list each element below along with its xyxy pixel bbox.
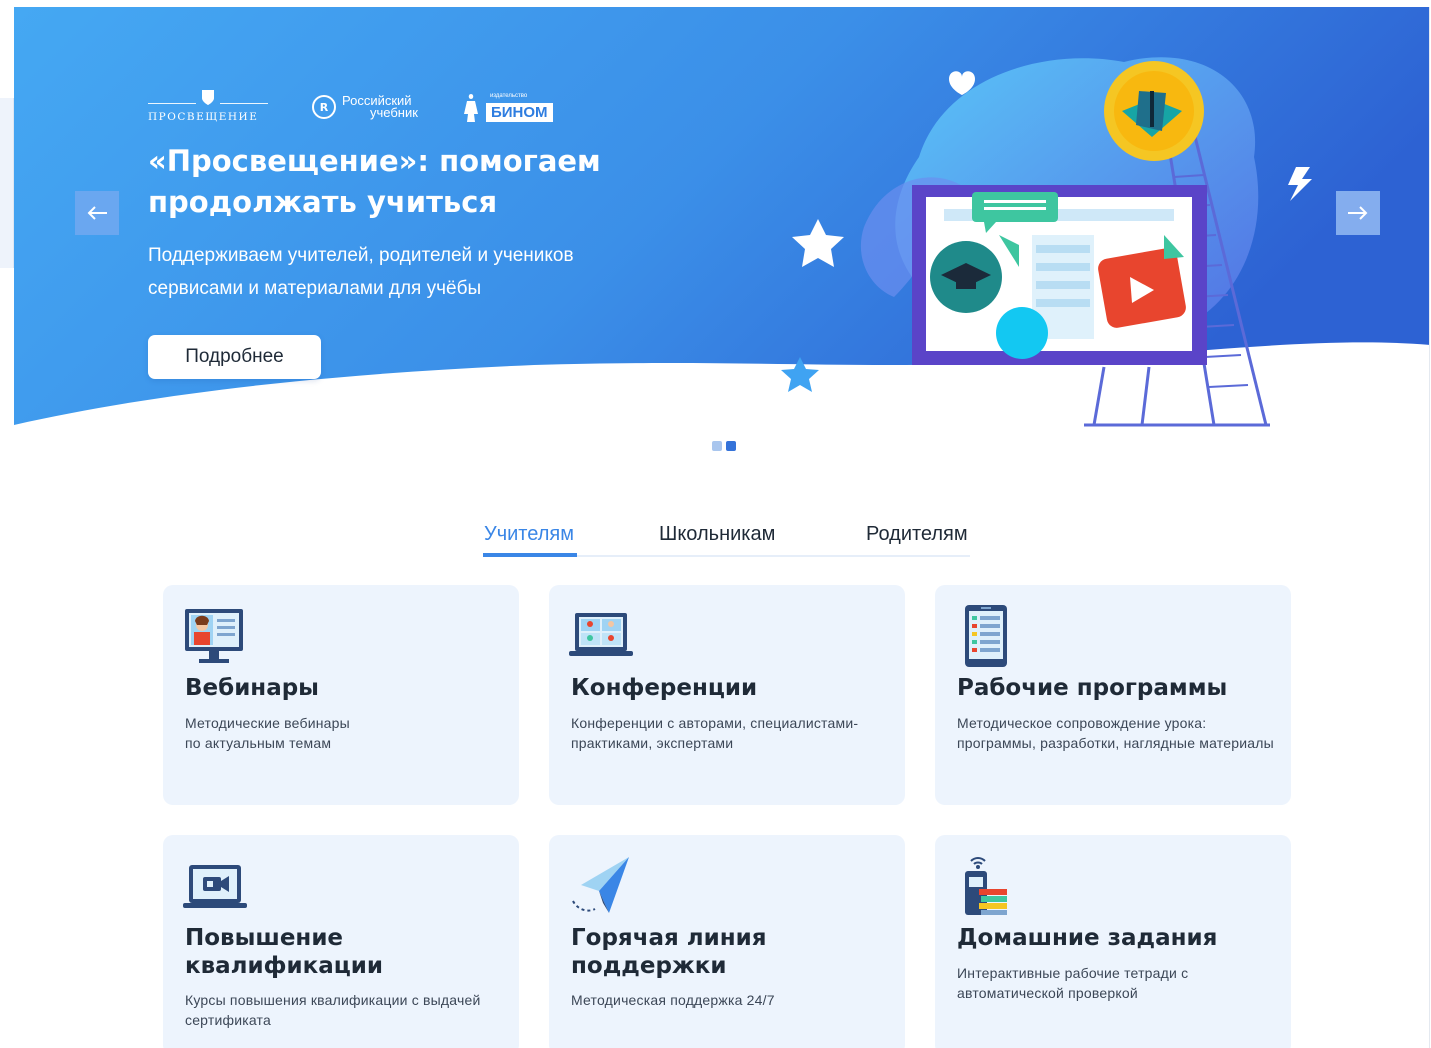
tab-students[interactable]: Школьникам (659, 523, 775, 546)
video-course-laptop-icon (183, 865, 247, 908)
card-homework[interactable]: Домашние задания Интерактивные рабочие т… (935, 835, 1291, 1048)
figure-icon (463, 94, 478, 122)
arrow-left-icon (87, 206, 107, 220)
card-description: Методические вебинары по актуальным тема… (185, 715, 350, 751)
active-tab-indicator (483, 553, 577, 557)
ru-emblem-icon: R (312, 95, 336, 119)
left-scroll-edge (0, 98, 14, 268)
card-description: Конференции с авторами, специалистами-пр… (571, 715, 859, 751)
slider-dot-active[interactable] (726, 441, 736, 451)
prosveshchenie-logo[interactable]: ПРОСВЕЩЕНИЕ (148, 89, 268, 125)
hero-subtitle: Поддерживаем учителей, родителей и учени… (148, 245, 574, 299)
hero-banner: ПРОСВЕЩЕНИЕ R Российский учебник издател… (14, 7, 1429, 437)
card-webinars[interactable]: Вебинары Методические вебинары по актуал… (163, 585, 519, 805)
audience-tabs: Учителям Школьникам Родителям (483, 523, 970, 557)
binom-small-text: издательство (489, 93, 528, 99)
slider-dot[interactable] (712, 441, 722, 451)
binom-text: БИНОМ (490, 104, 548, 121)
binom-logo[interactable]: издательство БИНОМ (462, 92, 553, 122)
arrow-right-icon (1348, 206, 1368, 220)
logo-line (148, 103, 196, 104)
card-title: Вебинары (185, 675, 319, 701)
prosveshchenie-text: ПРОСВЕЩЕНИЕ (148, 111, 259, 123)
more-button[interactable]: Подробнее (148, 335, 321, 379)
card-title: Горячая линия поддержки (571, 925, 767, 979)
card-title: Домашние задания (957, 925, 1218, 951)
page-frame: ПРОСВЕЩЕНИЕ R Российский учебник издател… (0, 0, 1431, 1048)
slider-prev-button[interactable] (75, 191, 119, 235)
card-conferences[interactable]: Конференции Конференции с авторами, спец… (549, 585, 905, 805)
rossiyskiy-uchebnik-text: Российский учебник (342, 94, 418, 120)
hero-title: «Просвещение»: помогаем продолжать учить… (148, 144, 601, 219)
card-qualification[interactable]: Повышение квалификации Курсы повышения к… (163, 835, 519, 1048)
shield-icon (202, 90, 214, 105)
tab-teachers[interactable]: Учителям (484, 523, 574, 546)
paper-plane-icon (572, 857, 629, 913)
card-description: Методическое сопровождение урока: програ… (957, 715, 1274, 751)
page-content: ПРОСВЕЩЕНИЕ R Российский учебник издател… (14, 7, 1430, 1048)
card-title: Конференции (571, 675, 758, 701)
card-title: Рабочие программы (957, 675, 1228, 701)
card-title: Повышение квалификации (185, 925, 383, 979)
card-work-programs[interactable]: Рабочие программы Методическое сопровожд… (935, 585, 1291, 805)
webinar-monitor-icon (185, 609, 243, 663)
logo-line (220, 103, 268, 104)
slider-dots (712, 441, 736, 451)
partner-logos: ПРОСВЕЩЕНИЕ R Российский учебник издател… (148, 89, 553, 125)
card-description: Методическая поддержка 24/7 (571, 992, 775, 1008)
binom-box: издательство БИНОМ (485, 93, 553, 122)
homework-books-icon (965, 857, 1007, 915)
logo-word: учебник (370, 105, 418, 120)
tab-parents[interactable]: Родителям (866, 523, 968, 546)
card-description: Интерактивные рабочие тетради с автомати… (957, 965, 1189, 1001)
card-hotline[interactable]: Горячая линия поддержки Методическая под… (549, 835, 905, 1048)
rossiyskiy-uchebnik-logo[interactable]: R Российский учебник (312, 94, 418, 120)
program-tablet-icon (965, 605, 1007, 667)
card-description: Курсы повышения квалификации с выдачей с… (185, 992, 481, 1028)
conference-laptop-icon (569, 613, 633, 656)
slider-next-button[interactable] (1336, 191, 1380, 235)
